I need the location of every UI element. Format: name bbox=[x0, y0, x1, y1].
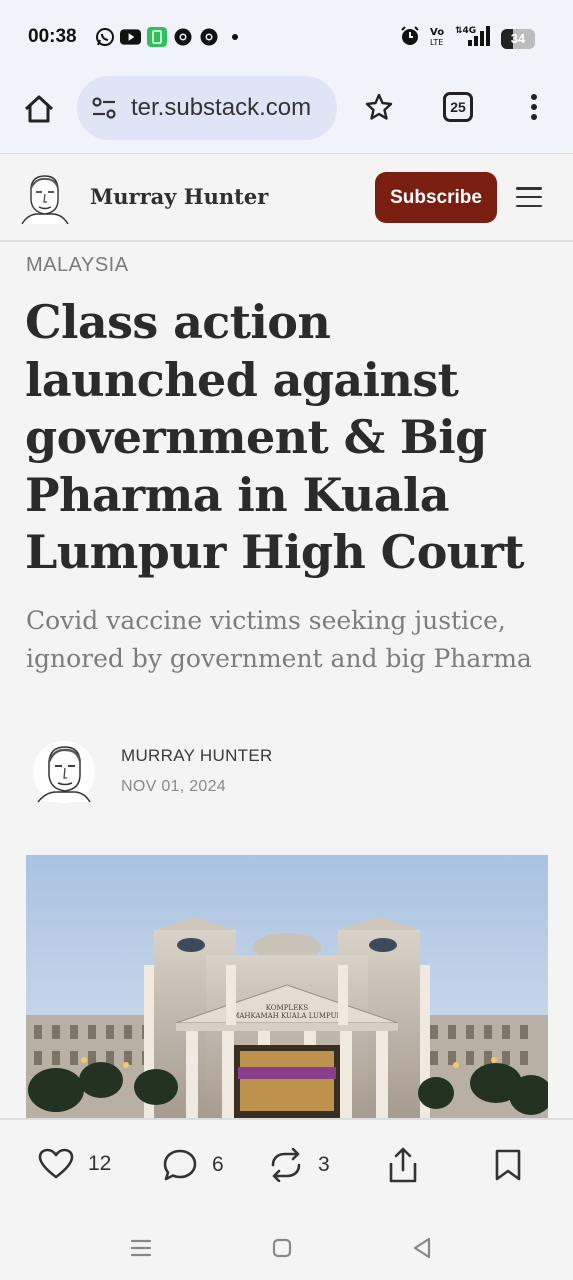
bookmark-star-button[interactable] bbox=[362, 90, 396, 124]
like-count: 12 bbox=[88, 1152, 112, 1175]
home-button[interactable] bbox=[20, 90, 58, 128]
article-author[interactable]: MURRAY HUNTER bbox=[121, 746, 273, 766]
square-icon bbox=[272, 1238, 292, 1258]
article-date: NOV 01, 2024 bbox=[121, 778, 226, 795]
whatsapp-icon bbox=[94, 26, 115, 47]
signal-4g-icon: ⇅4G bbox=[455, 24, 493, 53]
chrome-icon bbox=[172, 26, 193, 47]
svg-text:MAHKAMAH KUALA LUMPUR: MAHKAMAH KUALA LUMPUR bbox=[232, 1012, 342, 1020]
browser-menu-button[interactable] bbox=[524, 90, 544, 124]
publication-logo[interactable] bbox=[18, 170, 70, 225]
browser-toolbar: ter.substack.com 25 bbox=[0, 76, 573, 154]
author-avatar[interactable] bbox=[32, 738, 96, 806]
comment-button[interactable]: 6 bbox=[162, 1148, 224, 1182]
back-nav-button[interactable] bbox=[408, 1234, 436, 1262]
restack-icon bbox=[271, 1148, 301, 1182]
tab-switcher-button[interactable]: 25 bbox=[443, 92, 473, 122]
home-icon bbox=[24, 95, 54, 123]
save-bookmark-button[interactable] bbox=[494, 1148, 522, 1182]
article-title: Class action launched against government… bbox=[25, 295, 525, 579]
site-settings-icon[interactable] bbox=[89, 93, 119, 123]
share-button[interactable] bbox=[386, 1146, 420, 1184]
chrome-icon bbox=[198, 26, 219, 47]
notification-icons bbox=[94, 26, 245, 47]
system-navigation-bar bbox=[0, 1216, 573, 1280]
publication-header: Murray Hunter Subscribe bbox=[0, 154, 573, 242]
hamburger-menu-icon[interactable] bbox=[516, 187, 542, 207]
star-icon bbox=[365, 93, 393, 120]
alarm-icon bbox=[399, 25, 421, 52]
url-text: ter.substack.com bbox=[131, 94, 312, 121]
svg-text:Vo: Vo bbox=[430, 27, 444, 38]
svg-text:LTE: LTE bbox=[430, 38, 443, 47]
article-category[interactable]: MALAYSIA bbox=[26, 254, 129, 277]
article-subtitle: Covid vaccine victims seeking justice, i… bbox=[26, 606, 532, 673]
svg-text:KOMPLEKS: KOMPLEKS bbox=[266, 1004, 309, 1012]
back-triangle-icon bbox=[413, 1237, 431, 1259]
subscribe-button[interactable]: Subscribe bbox=[375, 172, 497, 223]
home-nav-button[interactable] bbox=[268, 1234, 296, 1262]
system-icons: Vo LTE ⇅4G 34 bbox=[399, 24, 535, 53]
bookmark-icon bbox=[495, 1149, 521, 1181]
svg-text:⇅4G: ⇅4G bbox=[455, 26, 476, 36]
address-bar[interactable]: ter.substack.com bbox=[77, 76, 337, 140]
app-icon bbox=[146, 26, 167, 47]
restack-button[interactable]: 3 bbox=[268, 1148, 330, 1182]
restack-count: 3 bbox=[318, 1153, 330, 1176]
recent-apps-button[interactable] bbox=[127, 1234, 155, 1262]
status-bar: 00:38 Vo LTE ⇅4G 34 bbox=[0, 0, 573, 76]
youtube-icon bbox=[120, 26, 141, 47]
battery-icon: 34 bbox=[501, 28, 535, 49]
article-hero-image: KOMPLEKS MAHKAMAH KUALA LUMPUR bbox=[26, 855, 548, 1120]
heart-icon bbox=[38, 1148, 74, 1179]
status-time: 00:38 bbox=[28, 26, 77, 47]
comment-icon bbox=[163, 1149, 197, 1181]
battery-level: 34 bbox=[510, 31, 526, 46]
volte-icon: Vo LTE bbox=[429, 25, 447, 52]
dot-icon bbox=[224, 26, 245, 47]
publication-name[interactable]: Murray Hunter bbox=[90, 184, 268, 209]
like-button[interactable]: 12 bbox=[38, 1148, 111, 1180]
comment-count: 6 bbox=[212, 1153, 224, 1176]
post-action-bar: 12 6 3 bbox=[0, 1118, 573, 1216]
share-icon bbox=[389, 1147, 417, 1183]
menu-lines-icon bbox=[130, 1239, 152, 1257]
